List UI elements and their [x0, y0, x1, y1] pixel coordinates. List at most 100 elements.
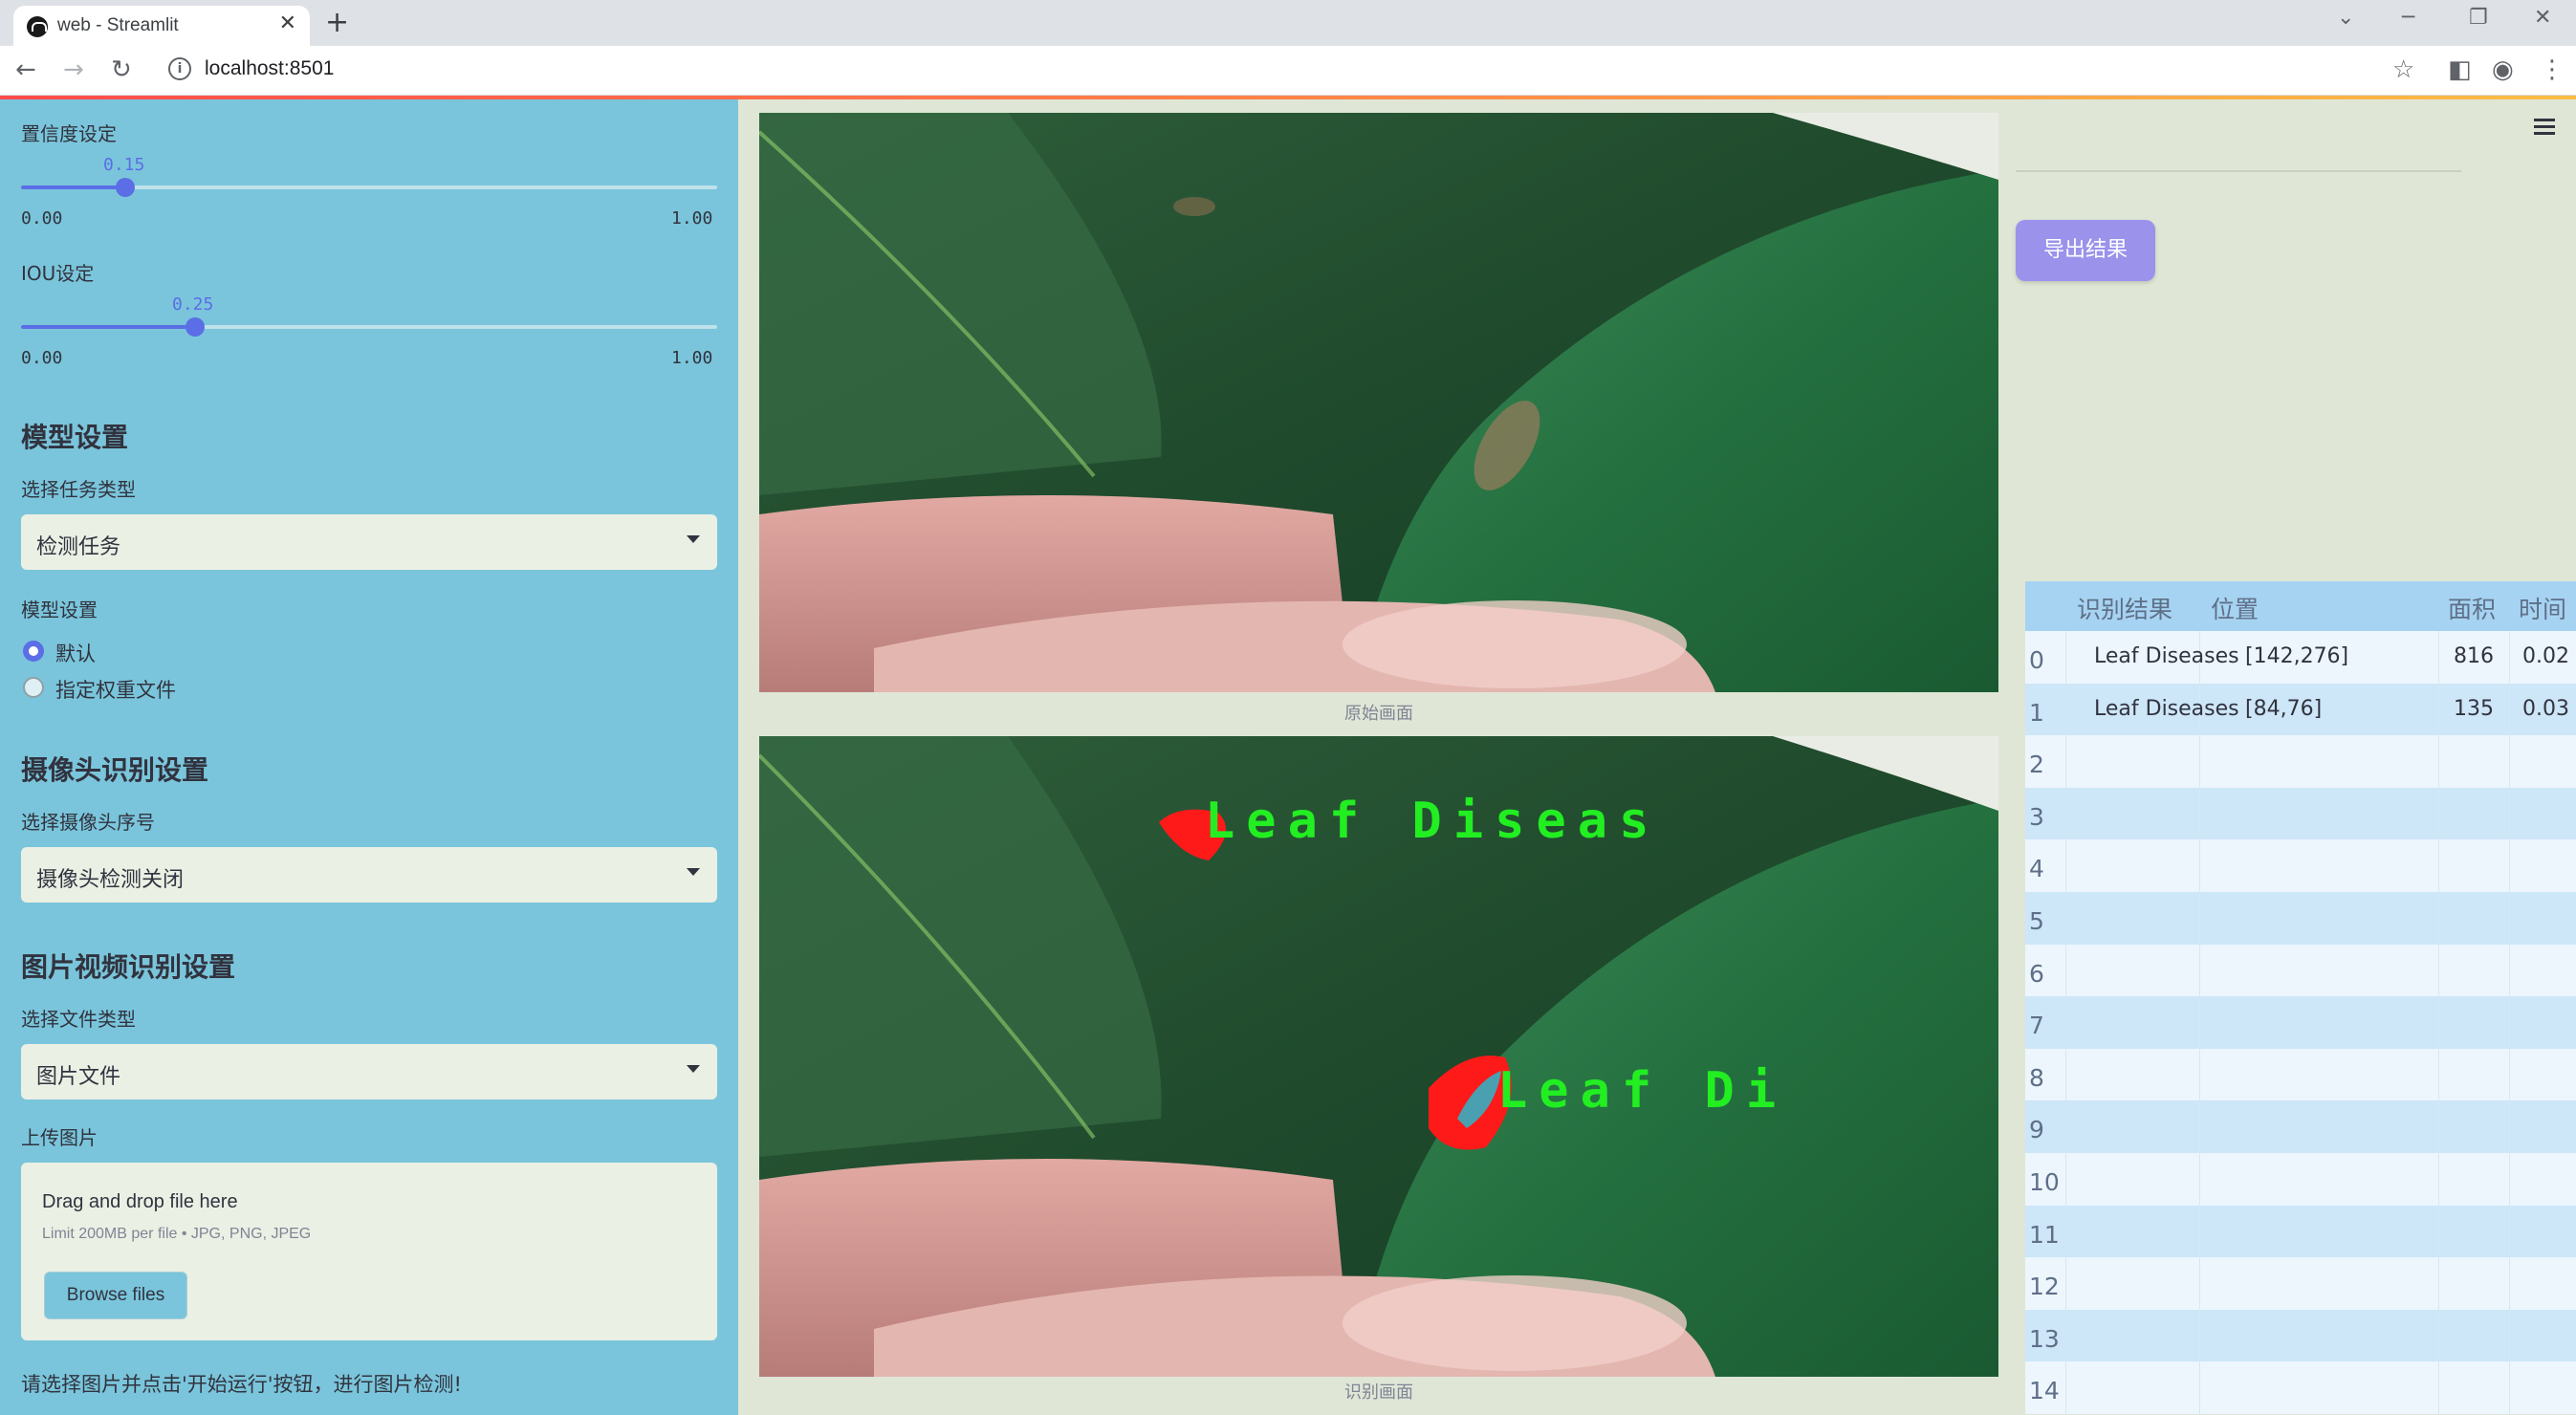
- column-divider: [2438, 1100, 2439, 1153]
- column-divider: [2509, 1205, 2510, 1258]
- column-divider: [2438, 1361, 2439, 1414]
- media-settings-heading: 图片视频识别设置: [21, 951, 236, 983]
- column-divider: [2065, 735, 2066, 788]
- column-divider: [2438, 1257, 2439, 1310]
- table-row[interactable]: 2: [2025, 735, 2576, 788]
- column-divider: [2509, 631, 2510, 684]
- column-divider: [2065, 787, 2066, 840]
- column-divider: [2438, 683, 2439, 736]
- table-row[interactable]: 13: [2025, 1309, 2576, 1362]
- table-row[interactable]: 10: [2025, 1152, 2576, 1206]
- table-row[interactable]: 11: [2025, 1205, 2576, 1258]
- column-divider: [2065, 1048, 2066, 1101]
- column-header-position[interactable]: 位置: [2211, 591, 2259, 625]
- table-row[interactable]: 6: [2025, 944, 2576, 997]
- chevron-down-icon: [687, 1065, 700, 1073]
- table-row[interactable]: 3: [2025, 787, 2576, 840]
- new-tab-icon[interactable]: +: [325, 6, 349, 39]
- original-image-caption: 原始画面: [1344, 704, 1413, 724]
- radio-custom-weights[interactable]: [23, 677, 44, 698]
- iou-slider[interactable]: [21, 317, 717, 337]
- column-divider: [2199, 735, 2200, 788]
- browser-tab-bar: web - Streamlit ✕ + ⌄ ─ ❐ ✕: [0, 0, 2576, 46]
- table-row[interactable]: 12: [2025, 1257, 2576, 1310]
- iou-value: 0.25: [172, 294, 214, 315]
- export-results-button[interactable]: 导出结果: [2016, 220, 2155, 281]
- iou-label: IOU设定: [21, 262, 95, 285]
- browse-files-button[interactable]: Browse files: [44, 1272, 187, 1319]
- column-divider: [2199, 1048, 2200, 1101]
- table-row[interactable]: 4: [2025, 839, 2576, 892]
- table-row[interactable]: 0 Leaf Diseases [142,276] 816 0.02: [2025, 631, 2576, 684]
- table-row[interactable]: 5: [2025, 891, 2576, 945]
- table-row[interactable]: 9: [2025, 1100, 2576, 1153]
- column-header-time[interactable]: 时间: [2519, 591, 2566, 625]
- detection-image: Leaf Diseas Leaf Di: [759, 736, 1998, 1377]
- table-row[interactable]: 7: [2025, 996, 2576, 1049]
- side-panel-icon[interactable]: ◧: [2448, 55, 2472, 84]
- chevron-down-icon: [687, 535, 700, 543]
- minimize-icon[interactable]: ─: [2402, 6, 2414, 30]
- file-uploader-dropzone[interactable]: Drag and drop file here Limit 200MB per …: [21, 1163, 717, 1340]
- column-divider: [2065, 1257, 2066, 1310]
- browser-tab[interactable]: web - Streamlit ✕: [13, 6, 310, 46]
- forward-arrow-icon[interactable]: →: [63, 55, 84, 84]
- column-divider: [2065, 1100, 2066, 1153]
- radio-default-label: 默认: [55, 642, 96, 665]
- column-header-area[interactable]: 面积: [2448, 591, 2496, 625]
- bookmark-star-icon[interactable]: ☆: [2392, 55, 2414, 84]
- chevron-down-icon: [687, 868, 700, 876]
- column-divider: [2199, 891, 2200, 945]
- close-tab-icon[interactable]: ✕: [279, 11, 296, 35]
- original-image: [759, 113, 1998, 692]
- column-divider: [2199, 996, 2200, 1049]
- tab-title: web - Streamlit: [57, 15, 179, 35]
- close-window-icon[interactable]: ✕: [2534, 6, 2551, 30]
- confidence-max: 1.00: [671, 208, 713, 229]
- back-arrow-icon[interactable]: ←: [15, 55, 36, 84]
- cell-time: 0.02: [2522, 644, 2569, 668]
- column-divider: [2509, 1100, 2510, 1153]
- column-divider: [2199, 1361, 2200, 1414]
- table-row[interactable]: 14: [2025, 1361, 2576, 1414]
- reload-icon[interactable]: ↻: [111, 55, 132, 84]
- confidence-slider[interactable]: [21, 178, 717, 197]
- row-index: 5: [2029, 906, 2044, 935]
- task-type-label: 选择任务类型: [21, 478, 136, 501]
- table-row[interactable]: 1 Leaf Diseases [84,76] 135 0.03: [2025, 683, 2576, 736]
- restore-icon[interactable]: ❐: [2469, 6, 2488, 30]
- column-divider: [2509, 787, 2510, 840]
- camera-select[interactable]: 摄像头检测关闭: [21, 847, 717, 903]
- main-menu-icon[interactable]: [2534, 119, 2555, 139]
- column-divider: [2438, 1205, 2439, 1258]
- column-divider: [2065, 944, 2066, 997]
- cell-position: [84,76]: [2245, 696, 2323, 721]
- iou-slider-thumb[interactable]: [186, 317, 205, 337]
- column-divider: [2199, 1205, 2200, 1258]
- confidence-slider-fill: [21, 185, 126, 189]
- browser-menu-icon[interactable]: ⋮: [2540, 55, 2565, 84]
- table-row[interactable]: 8: [2025, 1048, 2576, 1101]
- cell-result: Leaf Diseases: [2094, 696, 2239, 721]
- column-divider: [2509, 996, 2510, 1049]
- sidebar: 置信度设定 0.15 0.00 1.00 IOU设定 0.25 0.00 1.0…: [0, 99, 738, 1415]
- column-header-result[interactable]: 识别结果: [2077, 591, 2172, 625]
- file-type-select[interactable]: 图片文件: [21, 1044, 717, 1099]
- tab-search-chevron-icon[interactable]: ⌄: [2337, 6, 2354, 30]
- row-index: 7: [2029, 1012, 2044, 1040]
- radio-default[interactable]: [23, 641, 44, 662]
- confidence-slider-thumb[interactable]: [116, 178, 136, 197]
- column-divider: [2199, 787, 2200, 840]
- column-divider: [2199, 1309, 2200, 1362]
- detection-label-1: Leaf Diseas: [1205, 793, 1660, 850]
- cell-time: 0.03: [2522, 696, 2569, 721]
- camera-settings-heading: 摄像头识别设置: [21, 754, 209, 786]
- row-index: 1: [2029, 698, 2044, 727]
- site-info-icon[interactable]: i: [168, 57, 191, 80]
- task-type-select[interactable]: 检测任务: [21, 514, 717, 570]
- url-input[interactable]: localhost:8501: [205, 57, 334, 80]
- results-table[interactable]: 识别结果 位置 面积 时间 0 Leaf Diseases [142,276] 816…: [2025, 581, 2576, 1414]
- row-index: 10: [2029, 1167, 2060, 1196]
- profile-avatar-icon[interactable]: ◉: [2492, 55, 2514, 84]
- file-type-label: 选择文件类型: [21, 1008, 136, 1031]
